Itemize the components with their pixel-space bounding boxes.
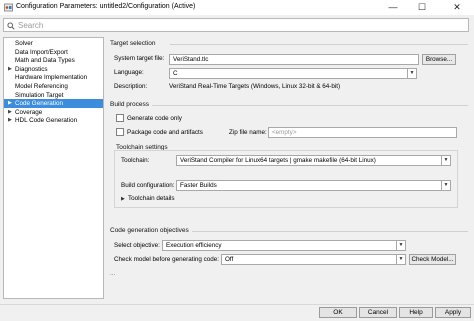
chevron-down-icon[interactable]: ▼ [441,156,450,165]
cancel-button[interactable]: Cancel [359,307,397,318]
system-target-file-label: System target file: [114,55,165,62]
tree-item-label: HDL Code Generation [15,117,78,125]
search-input[interactable]: Search [18,21,43,30]
toolchain-select[interactable]: VeriStand Compiler for Linux64 targets |… [176,155,451,166]
select-objective-select[interactable]: Execution efficiency [162,240,406,251]
chevron-down-icon[interactable]: ▼ [396,255,405,264]
browse-button[interactable]: Browse... [422,54,456,65]
section-divider [152,105,468,106]
generate-code-only-label: Generate code only [127,115,182,122]
check-model-label: Check model before generating code: [114,256,220,263]
chevron-down-icon[interactable]: ▼ [441,181,450,190]
zip-file-name-field[interactable]: <empty> [268,127,457,138]
ok-button[interactable]: OK [319,307,357,318]
chevron-down-icon[interactable]: ▼ [396,241,405,250]
check-model-button[interactable]: Check Model... [409,254,456,265]
build-configuration-select[interactable]: Faster Builds [176,180,451,191]
language-select[interactable]: C [169,68,417,79]
app-icon [4,3,13,12]
section-divider [170,44,468,45]
help-button[interactable]: Help [399,307,433,318]
generate-code-only-checkbox[interactable] [116,114,124,122]
expand-arrow-icon[interactable]: ▶ [121,196,125,202]
check-model-select[interactable]: Off [221,254,406,265]
description-label: Description: [114,83,148,90]
minimize-button[interactable]: — [382,0,404,15]
window-title: Configuration Parameters: untitled2/Conf… [16,3,196,10]
description-value: VeriStand Real-Time Targets (Windows, Li… [169,83,341,90]
expand-arrow-icon[interactable]: ▶ [8,116,12,125]
code-generation-objectives-heading: Code generation objectives [110,227,189,234]
system-target-file-field[interactable]: VeriStand.tlc [169,54,419,65]
build-process-heading: Build process [110,101,150,108]
tree-item-hdl-code-generation[interactable]: ▶ HDL Code Generation [4,116,103,125]
toolchain-label: Toolchain: [121,157,150,164]
close-button[interactable]: ✕ [446,0,468,15]
select-objective-label: Select objective: [114,242,160,249]
apply-button[interactable]: Apply [435,307,471,318]
package-code-checkbox[interactable] [116,128,124,136]
category-tree: Solver Data Import/Export Math and Data Ty… [3,37,104,299]
maximize-button[interactable]: ☐ [411,0,433,15]
section-divider [192,231,468,232]
zip-file-name-label: Zip file name: [229,129,267,136]
language-label: Language: [114,69,144,76]
more-ellipsis: ... [110,270,116,277]
search-box[interactable]: Search [3,18,469,32]
toolchain-details-toggle[interactable]: Toolchain details [128,195,175,202]
chevron-down-icon[interactable]: ▼ [407,69,416,78]
package-code-label: Package code and artifacts [127,129,203,136]
build-configuration-label: Build configuration: [121,182,175,189]
search-icon [7,22,15,30]
target-selection-heading: Target selection [110,40,156,47]
title-bar: Configuration Parameters: untitled2/Conf… [0,0,474,15]
